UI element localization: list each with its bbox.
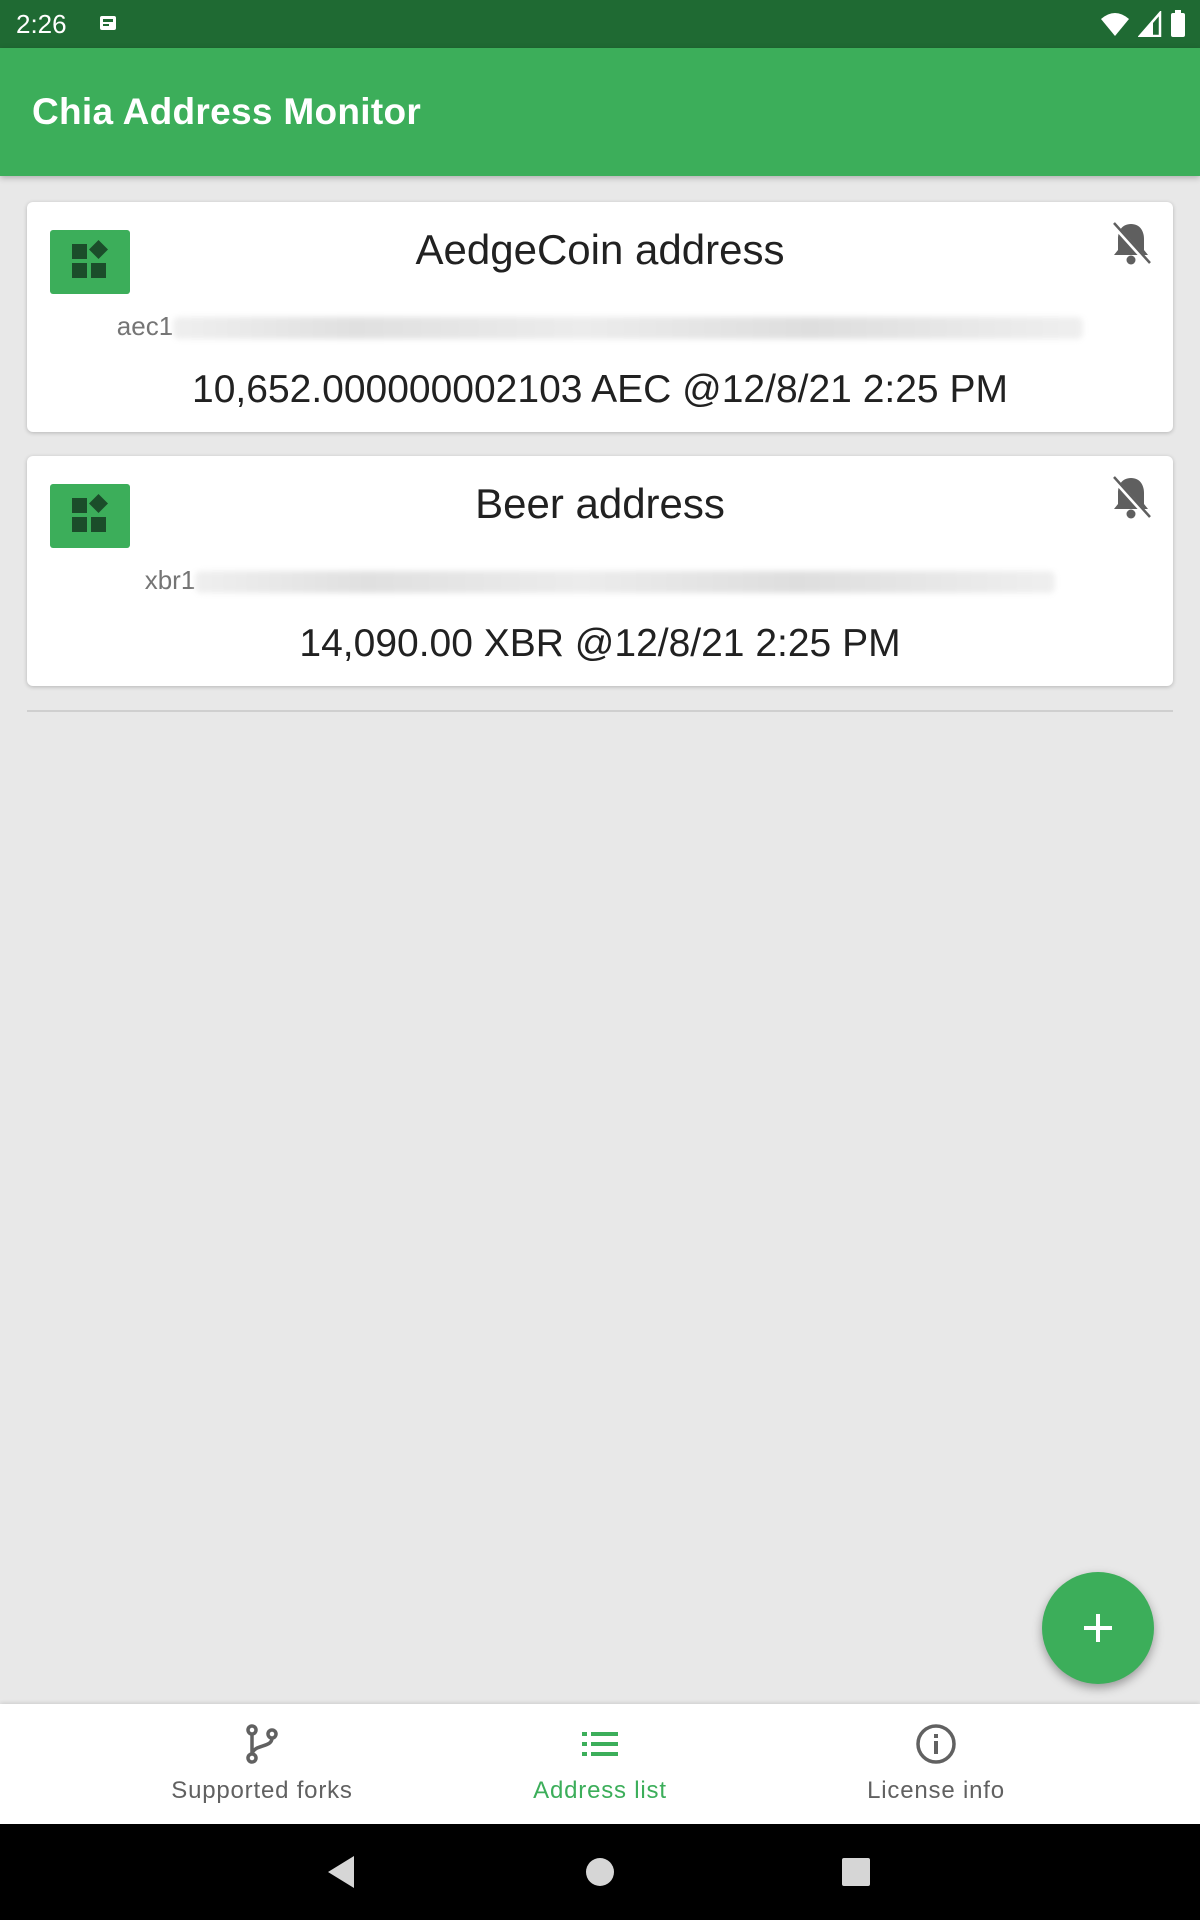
nav-license-info[interactable]: License info [786, 1704, 1086, 1824]
nav-label: License info [867, 1777, 1005, 1804]
nav-label: Supported forks [171, 1777, 353, 1804]
sim-card-notification-icon [100, 16, 116, 30]
info-icon [916, 1724, 956, 1764]
redacted-address [173, 317, 1084, 340]
system-navigation-bar [0, 1824, 1200, 1920]
add-address-button[interactable] [1042, 1572, 1154, 1684]
list-divider [27, 710, 1173, 712]
address-list: AedgeCoin address aec1 10,652.0000000021… [0, 176, 1200, 1704]
nav-label: Address list [533, 1777, 667, 1804]
address-prefix: aec1 [116, 311, 174, 341]
back-icon[interactable] [318, 1848, 366, 1896]
redacted-address [195, 571, 1056, 594]
balance-text: 14,090.00 XBR @12/8/21 2:25 PM [299, 622, 901, 665]
address-value: xbr1 [27, 564, 1173, 596]
list-icon [582, 1732, 618, 1756]
fork-icon [246, 1724, 278, 1764]
wifi-icon [1101, 13, 1129, 36]
bell-off-icon[interactable] [1109, 474, 1153, 522]
screen: 2:26 Chia Address Monitor AedgeCoin addr… [0, 0, 1200, 1920]
status-bar: 2:26 [0, 0, 1200, 48]
balance-text: 10,652.000000002103 AEC @12/8/21 2:25 PM [192, 368, 1008, 411]
home-icon[interactable] [576, 1848, 624, 1896]
address-card[interactable]: Beer address xbr1 14,090.00 XBR @12/8/21… [27, 456, 1173, 686]
address-value: aec1 [27, 310, 1173, 342]
address-name: AedgeCoin address [415, 226, 785, 273]
plus-icon [1084, 1614, 1112, 1642]
address-card[interactable]: AedgeCoin address aec1 10,652.0000000021… [27, 202, 1173, 432]
app-title: Chia Address Monitor [32, 91, 422, 132]
status-icons [1100, 10, 1186, 38]
app-bar: Chia Address Monitor [0, 48, 1200, 176]
nav-supported-forks[interactable]: Supported forks [112, 1704, 412, 1824]
battery-icon [1171, 10, 1185, 37]
nav-address-list[interactable]: Address list [450, 1704, 750, 1824]
address-name: Beer address [475, 480, 725, 527]
recents-icon[interactable] [832, 1848, 880, 1896]
address-prefix: xbr1 [144, 565, 196, 595]
bottom-navigation: Supported forks Address list License inf… [0, 1704, 1200, 1824]
cell-signal-icon [1138, 11, 1162, 37]
status-time: 2:26 [16, 9, 67, 39]
bell-off-icon[interactable] [1109, 220, 1153, 268]
